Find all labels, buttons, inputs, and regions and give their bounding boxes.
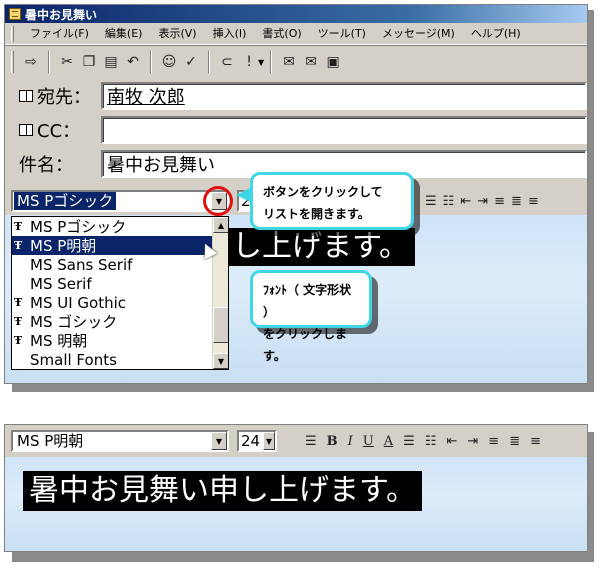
decrease-indent-icon[interactable]: ⇤ — [446, 434, 457, 449]
font-name-select[interactable]: MS Pゴシック ▼ — [11, 190, 229, 212]
toolbar-separator — [270, 51, 273, 73]
increase-indent-icon[interactable]: ⇥ — [477, 194, 488, 209]
font-option[interactable]: Ŧ MS ゴシック — [12, 312, 228, 331]
callout-click-font: ﾌｫﾝﾄ（ 文字形状 ） をクリックします。 — [250, 270, 372, 363]
align-right-icon[interactable]: ≡ — [528, 194, 539, 209]
menu-insert[interactable]: 挿入(I) — [205, 25, 255, 43]
font-size-select[interactable]: 24 ▼ — [237, 430, 277, 452]
italic-button[interactable]: I — [348, 434, 353, 449]
encrypt-icon[interactable]: ✉ — [300, 51, 322, 73]
standard-toolbar: ⇨ ✂ ❐ ▤ ↶ ☺ ✓ ⊂ ! ▼ ✉ ✉ ▣ — [5, 45, 587, 79]
align-center-icon[interactable]: ≣ — [509, 434, 520, 449]
top-screenshot-panel: 暑中お見舞い ファイル(F) 編集(E) 表示(V) 挿入(I) 書式(O) ツ… — [0, 0, 600, 400]
increase-indent-icon[interactable]: ⇥ — [467, 434, 478, 449]
to-row: 宛先： 南牧 次郎 — [5, 79, 587, 113]
chevron-down-icon: ▼ — [265, 436, 273, 446]
truetype-icon: Ŧ — [14, 220, 23, 233]
chevron-down-icon: ▼ — [215, 436, 223, 446]
menu-message[interactable]: メッセージ(M) — [374, 25, 463, 43]
menu-format[interactable]: 書式(O) — [254, 25, 309, 43]
numbered-list-icon[interactable]: ☰ — [403, 434, 415, 449]
align-right-icon[interactable]: ≡ — [530, 434, 541, 449]
font-dropdown-button[interactable]: ▼ — [211, 432, 227, 450]
menu-view[interactable]: 表示(V) — [150, 25, 204, 43]
address-book-icon — [19, 124, 33, 136]
font-size-value: 24 — [241, 432, 261, 450]
sign-icon[interactable]: ✉ — [278, 51, 300, 73]
font-option[interactable]: Ŧ MS Sans Serif — [12, 255, 228, 274]
body-text-selected[interactable]: 暑中お見舞い申し上げます。 — [23, 471, 422, 511]
style-icon[interactable]: ☰ — [305, 434, 317, 449]
menu-tools[interactable]: ツール(T) — [310, 25, 374, 43]
formatting-toolbar: MS P明朝 ▼ 24 ▼ ☰ B I U A ☰ ☷ ⇤ ⇥ ≡ ≣ ≡ — [5, 427, 587, 455]
scroll-thumb[interactable] — [213, 307, 228, 343]
spelling-icon[interactable]: ✓ — [180, 51, 202, 73]
bullet-list-icon[interactable]: ☷ — [443, 194, 455, 209]
truetype-icon: Ŧ — [14, 296, 23, 309]
paragraph-format-icons: ☰ ☷ ⇤ ⇥ ≡ ≣ ≡ — [425, 187, 539, 215]
font-name-value: MS P明朝 — [17, 432, 84, 450]
copy-icon[interactable]: ❐ — [78, 51, 100, 73]
decrease-indent-icon[interactable]: ⇤ — [460, 194, 471, 209]
toolbar-separator — [208, 51, 210, 73]
undo-icon[interactable]: ↶ — [122, 51, 144, 73]
to-field[interactable]: 南牧 次郎 — [101, 82, 587, 110]
font-option[interactable]: Ŧ MS Pゴシック — [12, 217, 228, 236]
menu-edit[interactable]: 編集(E) — [97, 25, 151, 43]
bold-button[interactable]: B — [327, 434, 338, 449]
callout-pointer — [236, 188, 250, 202]
address-book-icon — [19, 90, 33, 102]
font-color-button[interactable]: A — [384, 434, 393, 449]
body-text-selected[interactable]: し上げます。 — [226, 228, 415, 266]
cc-field[interactable] — [101, 116, 587, 144]
menu-bar: ファイル(F) 編集(E) 表示(V) 挿入(I) 書式(O) ツール(T) メ… — [5, 23, 587, 45]
send-icon[interactable]: ⇨ — [20, 51, 42, 73]
truetype-icon: Ŧ — [14, 239, 23, 252]
paste-icon[interactable]: ▤ — [100, 51, 122, 73]
font-name-value: MS Pゴシック — [14, 192, 117, 210]
align-center-icon[interactable]: ≣ — [511, 194, 522, 209]
font-option[interactable]: Ŧ Small Fonts — [12, 350, 228, 369]
offline-icon[interactable]: ▣ — [322, 51, 344, 73]
scroll-down-arrow[interactable]: ▼ — [213, 353, 228, 369]
toolbar-grip[interactable] — [11, 51, 14, 73]
title-bar[interactable]: 暑中お見舞い — [5, 5, 587, 23]
attach-icon[interactable]: ⊂ — [216, 51, 238, 73]
align-left-icon[interactable]: ≡ — [488, 434, 499, 449]
toolbar-separator — [48, 51, 50, 73]
font-name-select[interactable]: MS P明朝 ▼ — [11, 430, 229, 452]
window-title: 暑中お見舞い — [25, 7, 98, 22]
text-format-icons: ☰ B I U A ☰ ☷ ⇤ ⇥ ≡ ≣ ≡ — [305, 427, 541, 455]
menu-grip[interactable] — [11, 25, 14, 42]
cut-icon[interactable]: ✂ — [56, 51, 78, 73]
font-option-selected[interactable]: Ŧ MS P明朝 — [12, 236, 228, 255]
bullet-list-icon[interactable]: ☷ — [425, 434, 437, 449]
menu-file[interactable]: ファイル(F) — [22, 25, 97, 43]
check-names-icon[interactable]: ☺ — [158, 51, 180, 73]
align-left-icon[interactable]: ≡ — [494, 194, 505, 209]
bottom-screenshot-panel: MS P明朝 ▼ 24 ▼ ☰ B I U A ☰ ☷ ⇤ ⇥ ≡ ≣ ≡ 暑中… — [4, 424, 588, 552]
font-option[interactable]: Ŧ MS Serif — [12, 274, 228, 293]
truetype-icon: Ŧ — [14, 315, 23, 328]
scroll-up-arrow[interactable]: ▲ — [213, 217, 228, 233]
envelope-icon — [9, 8, 21, 20]
callout-open-list: ボタンをクリックして リストを開きます。 — [250, 172, 414, 230]
numbered-list-icon[interactable]: ☰ — [425, 194, 437, 209]
subject-label: 件名： — [19, 155, 73, 176]
cc-label[interactable]: CC： — [19, 117, 101, 143]
highlight-circle — [203, 186, 233, 216]
font-option[interactable]: Ŧ MS UI Gothic — [12, 293, 228, 312]
font-dropdown-list[interactable]: Ŧ MS Pゴシック Ŧ MS P明朝 Ŧ MS Sans Serif Ŧ MS… — [11, 216, 229, 370]
to-label[interactable]: 宛先： — [19, 83, 101, 109]
list-scrollbar[interactable]: ▲ ▼ — [212, 217, 228, 369]
truetype-icon: Ŧ — [14, 334, 23, 347]
underline-button[interactable]: U — [363, 434, 374, 449]
font-option[interactable]: Ŧ MS 明朝 — [12, 331, 228, 350]
toolbar-separator — [150, 51, 152, 73]
size-dropdown-button[interactable]: ▼ — [263, 432, 275, 450]
priority-icon[interactable]: ! — [238, 51, 260, 73]
menu-help[interactable]: ヘルプ(H) — [463, 25, 529, 43]
cc-row: CC： — [5, 113, 587, 147]
chevron-down-icon[interactable]: ▼ — [258, 58, 264, 67]
